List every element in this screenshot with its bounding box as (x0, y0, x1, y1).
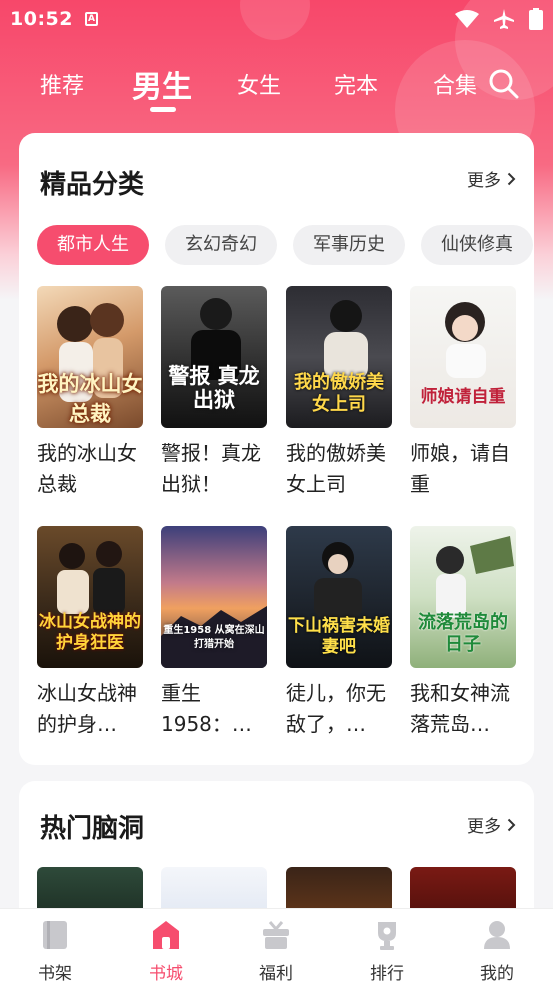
hot-more-link[interactable]: 更多 (467, 812, 516, 837)
cover-title: 警报 真龙出狱 (168, 364, 260, 412)
book-card[interactable]: 重生1958 从窝在深山打猎开始 重生1958：… (161, 526, 269, 740)
chip-urban[interactable]: 都市人生 (37, 225, 149, 265)
book-title: 师娘，请自重 (410, 441, 510, 496)
tab-recommend[interactable]: 推荐 (40, 68, 84, 100)
tab-female[interactable]: 女生 (237, 68, 281, 100)
nav-label: 书架 (38, 964, 72, 983)
bottom-nav: 书架 书城 福利 排行 我的 (0, 908, 553, 983)
tab-finished[interactable]: 完本 (334, 68, 378, 100)
book-cover: 下山祸害未婚妻吧 (286, 526, 392, 668)
book-card[interactable]: 师娘请自重 师娘，请自重 (410, 286, 518, 500)
wifi-icon (455, 10, 479, 28)
book-card[interactable]: 下山祸害未婚妻吧 徒儿，你无敌了，… (286, 526, 394, 740)
nav-bookshelf[interactable]: 书架 (15, 909, 95, 983)
nav-ranking[interactable]: 排行 (347, 909, 427, 983)
cover-title: 重生1958 从窝在深山打猎开始 (163, 625, 265, 650)
section-title-featured: 精品分类 (40, 170, 145, 200)
nav-bookstore[interactable]: 书城 (126, 909, 206, 983)
book-cover: 重生1958 从窝在深山打猎开始 (161, 526, 267, 668)
featured-section: 精品分类 更多 都市人生 玄幻奇幻 军事历史 仙侠修真 我的冰山女总裁 我的冰山女总裁… (19, 133, 534, 765)
book-card[interactable]: 我的冰山女总裁 我的冰山女总裁 (37, 286, 145, 500)
cover-title: 冰山女战神的护身狂医 (39, 612, 141, 653)
book-cover: 师娘请自重 (410, 286, 516, 428)
search-icon[interactable] (488, 68, 520, 100)
section-title-hot: 热门脑洞 (40, 814, 145, 844)
book-card[interactable]: 冰山女战神的护身狂医 冰山女战神的护身… (37, 526, 145, 740)
featured-more-link[interactable]: 更多 (467, 166, 516, 191)
book-title: 警报！真龙出狱！ (161, 441, 261, 496)
book-card[interactable]: 流落荒岛的日子 我和女神流落荒岛… (410, 526, 518, 740)
chip-fantasy[interactable]: 玄幻奇幻 (165, 225, 277, 265)
chevron-right-icon (507, 172, 516, 185)
cover-title: 下山祸害未婚妻吧 (288, 616, 390, 657)
nav-label: 书城 (149, 964, 183, 983)
nav-profile[interactable]: 我的 (457, 909, 537, 983)
battery-icon (529, 8, 543, 30)
book-title: 我的傲娇美女上司 (286, 441, 386, 496)
nav-label: 排行 (370, 964, 404, 983)
book-cover: 冰山女战神的护身狂医 (37, 526, 143, 668)
nav-label: 福利 (259, 964, 293, 983)
trophy-icon (378, 922, 396, 950)
chip-military-history[interactable]: 军事历史 (293, 225, 405, 265)
book-cover: 我的傲娇美女上司 (286, 286, 392, 428)
top-tab-bar: 推荐 男生 女生 完本 合集 (0, 58, 553, 112)
cover-title: 我的傲娇美女上司 (294, 372, 384, 415)
bookstore-icon (153, 921, 179, 949)
profile-icon (484, 921, 510, 949)
bookshelf-icon (43, 921, 67, 949)
book-title: 我的冰山女总裁 (37, 441, 137, 496)
nav-label: 我的 (480, 964, 514, 983)
more-label: 更多 (467, 817, 501, 837)
cover-title: 流落荒岛的日子 (418, 612, 508, 655)
book-cover: 我的冰山女总裁 (37, 286, 143, 428)
book-cover: 警报 真龙出狱 (161, 286, 267, 428)
more-label: 更多 (467, 171, 501, 191)
tab-collection[interactable]: 合集 (433, 68, 477, 100)
chevron-right-icon (507, 818, 516, 831)
category-chips: 都市人生 玄幻奇幻 军事历史 仙侠修真 (37, 225, 534, 265)
chip-xianxia[interactable]: 仙侠修真 (421, 225, 533, 265)
book-card[interactable]: 我的傲娇美女上司 我的傲娇美女上司 (286, 286, 394, 500)
airplane-icon (494, 9, 514, 29)
book-title: 冰山女战神的护身… (37, 681, 137, 736)
cover-title: 我的冰山女总裁 (37, 372, 143, 426)
book-card[interactable]: 警报 真龙出狱 警报！真龙出狱！ (161, 286, 269, 500)
book-title: 重生1958：… (161, 681, 252, 736)
app-notification-icon: A (84, 12, 98, 26)
book-title: 徒儿，你无敌了，… (286, 681, 386, 736)
book-cover: 流落荒岛的日子 (410, 526, 516, 668)
cover-title: 师娘请自重 (420, 387, 506, 407)
active-tab-indicator (150, 107, 176, 112)
nav-welfare[interactable]: 福利 (236, 909, 316, 983)
gift-icon (263, 921, 289, 949)
tab-male[interactable]: 男生 (132, 62, 192, 106)
book-title: 我和女神流落荒岛… (410, 681, 510, 736)
status-time: 10:52 (10, 8, 73, 30)
status-bar: 10:52 A (0, 0, 553, 38)
